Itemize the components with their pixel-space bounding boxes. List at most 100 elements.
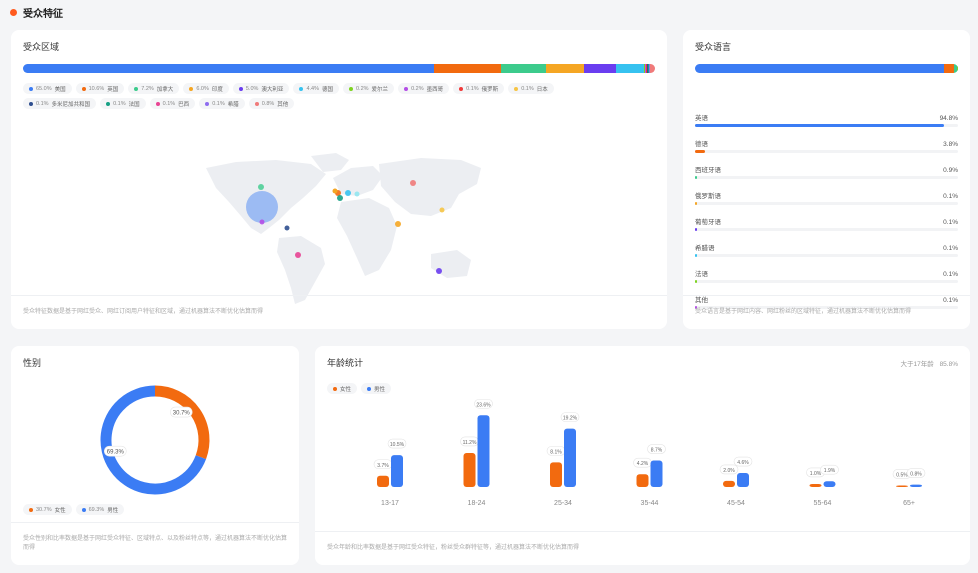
legend-dot-icon <box>404 86 409 91</box>
female-bar <box>636 474 649 487</box>
female-bar <box>377 475 389 487</box>
language-value: 94.8% <box>939 115 958 122</box>
age-group-1: 11.2% 23.6% 18-24 <box>460 398 493 507</box>
age-group-0: 3.7% 10.5% 13-17 <box>373 438 407 507</box>
language-track <box>695 150 958 153</box>
legend-label: 希腊 <box>227 101 239 108</box>
continents <box>206 153 481 304</box>
map-bubble-7 <box>410 180 416 186</box>
language-track <box>695 228 958 231</box>
donut-label-female: 30.7% <box>169 406 193 418</box>
language-row-4: 葡萄牙语 0.1% <box>695 216 958 242</box>
region-segment-5 <box>615 64 644 73</box>
donut-group: 30.7% 69.3% <box>100 385 210 495</box>
region-stacked-bar <box>23 64 655 73</box>
male-bar <box>823 481 836 487</box>
male-bar-label: 4.6% <box>737 460 749 466</box>
map-bubble-2 <box>258 184 264 190</box>
male-value: 69.3% <box>88 506 105 513</box>
female-dot-icon <box>29 507 33 512</box>
age-group-4: 2.0%4.6% 45-54 <box>719 456 753 507</box>
legend-value: 4.4% <box>306 85 319 92</box>
gender-card: 性别 30.7% 69.3% 30.7% 女性 69.3% 男性 受众性别和比率数… <box>11 346 299 565</box>
legend-label: 俄罗斯 <box>481 86 499 93</box>
language-footnote: 受众语言是基于网红内容、网红粉丝的区域特征，通过机器算法不断优化估算而得 <box>683 295 970 329</box>
female-dot-icon <box>333 386 337 391</box>
legend-label: 加拿大 <box>156 86 174 93</box>
page-title: 受众特征 <box>23 8 63 20</box>
language-row-2: 西班牙语 0.9% <box>695 164 958 190</box>
legend-value: 10.6% <box>88 85 105 92</box>
male-dot-icon <box>81 507 86 512</box>
region-segment-4 <box>584 64 616 73</box>
region-card: 受众区域 65.0% 美国 10.6% 英国 7.2% 加拿大 6.0% 印度 5.0% 澳大利亚… <box>11 30 667 329</box>
legend-value: 0.2% <box>356 85 369 92</box>
legend-value: 65.0% <box>36 85 52 92</box>
language-name: 俄罗斯语 <box>695 193 721 200</box>
female-bar <box>463 452 476 487</box>
region-segment-1 <box>433 64 501 73</box>
region-legend-item-4: 5.0% 澳大利亚 <box>232 83 290 94</box>
age-group-5: 1.0% 1.9% 55-64 <box>806 464 839 507</box>
language-list: 英语 94.8% 德语 3.8% 西班牙语 0.9% 俄罗斯语 0.1% 葡萄牙语 0.1% 希腊语… <box>695 112 958 320</box>
language-name: 法语 <box>695 271 708 278</box>
legend-dot-icon <box>106 101 111 106</box>
legend-label: 澳大利亚 <box>261 86 284 93</box>
female-bar <box>809 483 822 487</box>
region-legend-item-5: 4.4% 德国 <box>293 83 339 94</box>
region-legend-item-13: 0.1% 希腊 <box>199 98 245 109</box>
female-bar-label: 2.0% <box>723 468 735 474</box>
language-row-0: 英语 94.8% <box>695 112 958 138</box>
language-value: 3.8% <box>943 141 958 148</box>
male-bar-label: 10.5% <box>390 442 405 448</box>
legend-value: 0.1% <box>162 100 176 107</box>
legend-dot-icon <box>81 86 86 91</box>
male-bar-label: 23.6% <box>476 402 491 408</box>
legend-label: 其他 <box>277 101 289 108</box>
male-bar-label: 19.2% <box>563 416 578 422</box>
legend-value: 0.2% <box>411 85 424 92</box>
language-fill <box>695 176 698 179</box>
legend-value: 0.8% <box>261 100 275 107</box>
age-tick-label: 18-24 <box>468 500 486 507</box>
legend-dot-icon <box>189 86 194 91</box>
language-name: 西班牙语 <box>695 167 721 174</box>
legend-value: 0.1% <box>113 100 126 107</box>
continent-australia <box>431 250 471 278</box>
age-legend: 女性 男性 <box>327 383 392 394</box>
age-legend-female: 女性 <box>327 383 358 394</box>
map-bubble-10 <box>337 195 343 201</box>
region-legend-item-0: 65.0% 美国 <box>23 83 72 94</box>
age-card: 年龄统计 大于17年龄 85.8% 女性 男性 3.7% 10.5% 13-17 11… <box>315 346 970 565</box>
female-bar-label: 0.5% <box>896 472 908 478</box>
region-segment-0 <box>23 64 434 73</box>
legend-dot-icon <box>299 86 304 91</box>
world-map <box>206 153 481 304</box>
language-track <box>695 124 958 127</box>
legend-dot-icon <box>29 86 33 91</box>
legend-value: 5.0% <box>245 85 259 92</box>
male-bar <box>477 415 490 487</box>
region-title: 受众区域 <box>23 42 60 52</box>
legend-label: 巴西 <box>178 101 190 108</box>
legend-label: 印度 <box>211 86 223 93</box>
page-header: 受众特征 <box>10 4 63 20</box>
legend-value: 0.1% <box>466 85 479 92</box>
age-group-3: 4.2% 8.7% 35-44 <box>633 444 666 507</box>
donut-slice-female <box>154 385 210 460</box>
region-legend-item-6: 0.2% 爱尔兰 <box>343 83 395 94</box>
male-bar-label: 0.8% <box>910 472 922 478</box>
male-dot-icon <box>367 386 372 391</box>
region-legend-item-7: 0.2% 墨西哥 <box>398 83 450 94</box>
region-legend-item-8: 0.1% 俄罗斯 <box>453 83 505 94</box>
language-segment-1 <box>944 64 955 73</box>
age-summary-label: 大于17年龄 <box>900 361 934 368</box>
legend-label: 多米尼加共和国 <box>51 101 91 108</box>
female-bar <box>550 462 562 487</box>
language-name: 葡萄牙语 <box>695 219 721 226</box>
region-legend-item-14: 0.8% 其他 <box>248 98 295 109</box>
male-bar <box>910 484 922 487</box>
age-group-2: 8.1% 19.2% 25-34 <box>546 412 580 507</box>
legend-dot-icon <box>238 86 243 91</box>
language-value: 0.1% <box>943 271 958 278</box>
